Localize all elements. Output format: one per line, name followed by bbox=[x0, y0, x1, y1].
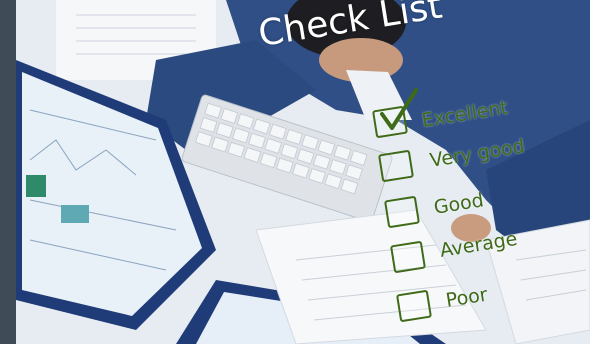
photo-frame: Check List Excellent Very good Good Aver… bbox=[0, 0, 596, 348]
photo-illustration bbox=[16, 0, 590, 344]
checkmark-icon bbox=[380, 88, 418, 130]
papers-right bbox=[255, 209, 590, 344]
left-dark-strip bbox=[0, 0, 16, 348]
checkbox-very-good[interactable] bbox=[378, 149, 414, 183]
checkbox-average[interactable] bbox=[390, 240, 426, 274]
office-photo bbox=[16, 0, 590, 344]
checkbox-poor[interactable] bbox=[396, 289, 432, 323]
bottom-border bbox=[0, 344, 596, 348]
right-border bbox=[590, 0, 596, 348]
checkbox-good[interactable] bbox=[384, 195, 420, 229]
